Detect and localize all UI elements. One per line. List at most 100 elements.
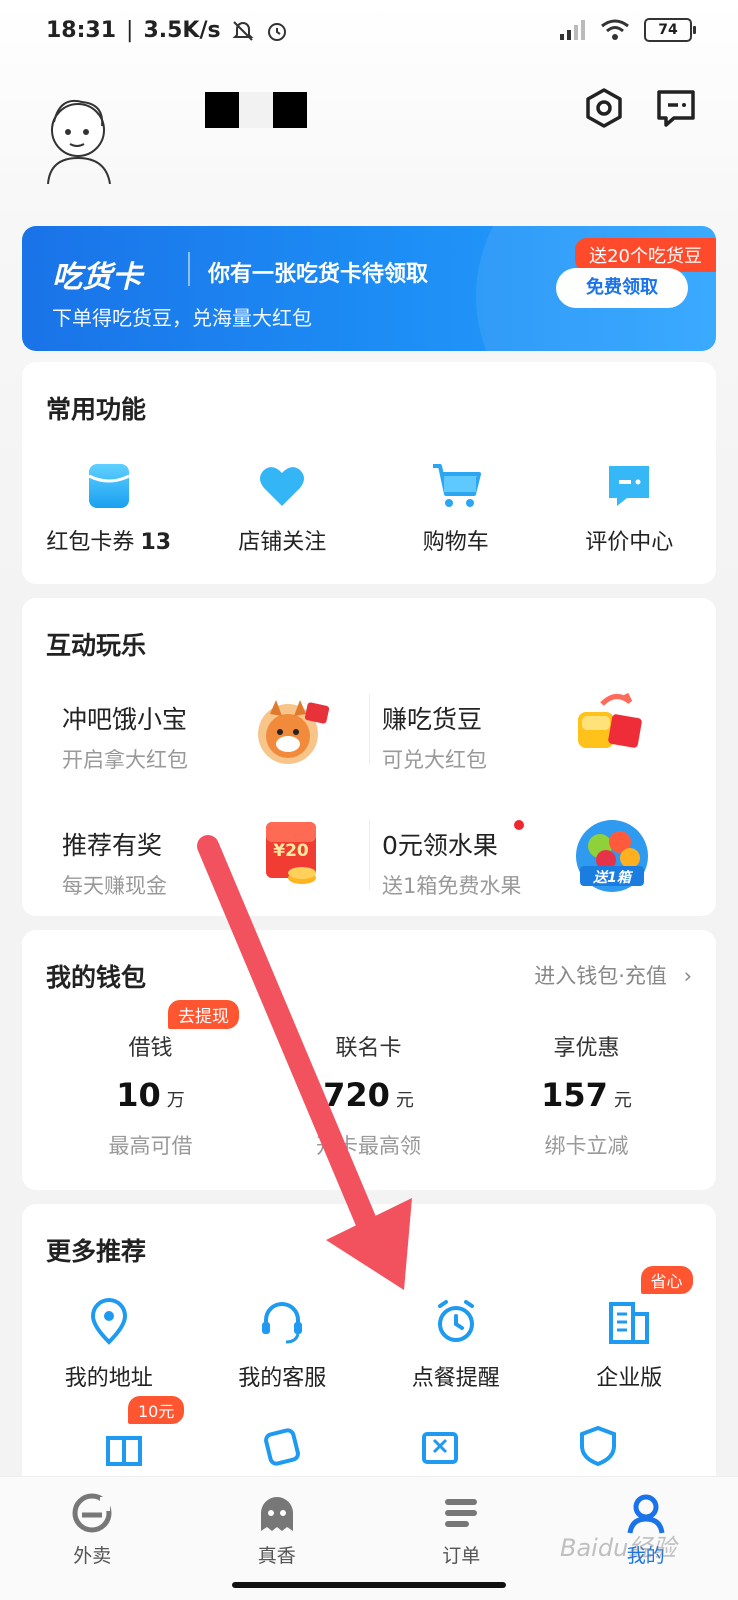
wallet-note: 绑卡立减 [544, 1134, 629, 1158]
withdraw-badge[interactable]: 去提现 [168, 1000, 239, 1029]
shield-icon[interactable] [576, 1422, 620, 1466]
wallet-discount[interactable]: 享优惠 157 元 绑卡立减 [471, 1030, 702, 1160]
more-recommendations-card: 更多推荐 我的地址 我的客服 点餐提醒 省心 企业版 10元 [22, 1204, 716, 1504]
more-title: 更多推荐 [46, 1237, 147, 1266]
avatar[interactable] [40, 92, 116, 184]
wifi-icon [601, 19, 629, 40]
promo-headline: 你有一张吃货卡待领取 [208, 262, 429, 287]
foodie-card-banner[interactable]: 吃货卡 你有一张吃货卡待领取 下单得吃货豆，兑海量大红包 送20个吃货豆 免费领… [22, 226, 716, 351]
wallet-label: 联名卡 [335, 1036, 402, 1061]
wallet-card: 我的钱包 进入钱包·充值 › 去提现 借钱 10 万 最高可借 联名卡 720 元 … [22, 930, 716, 1190]
status-right: 74 [558, 18, 696, 42]
wallet-label: 享优惠 [553, 1036, 620, 1061]
settings-icon[interactable] [582, 86, 626, 130]
interactive-fun-card: 互动玩乐 冲吧饿小宝 开启拿大红包 赚吃货豆 可兑大红包 推荐有奖 每天赚现金 … [22, 598, 716, 916]
wallet-loan[interactable]: 借钱 10 万 最高可借 [35, 1030, 266, 1160]
meal-reminder-label: 点餐提醒 [411, 1366, 500, 1391]
building-icon [609, 1302, 650, 1344]
play-item-earn-beans[interactable]: 赚吃货豆 可兑大红包 [342, 692, 662, 810]
alarm-status-icon [267, 22, 286, 41]
home-indicator[interactable] [232, 1582, 506, 1588]
nav-label: 真香 [257, 1545, 296, 1567]
mute-icon [232, 20, 254, 41]
enterprise-badge: 省心 [640, 1266, 693, 1294]
wallet-value: 157 [541, 1076, 608, 1114]
enterprise-label: 企业版 [596, 1366, 663, 1391]
my-address-entry[interactable]: 我的地址 [22, 1296, 196, 1392]
store-follow-label: 店铺关注 [238, 530, 327, 555]
status-left: 18:31 | 3.5K/s [46, 18, 289, 43]
nav-takeout[interactable]: 外卖 [0, 1477, 185, 1600]
play-subtitle: 每天赚现金 [62, 874, 167, 898]
customer-service-label: 我的客服 [238, 1366, 327, 1391]
username-redacted[interactable] [205, 92, 307, 128]
watermark: Baidu经验 [560, 1534, 677, 1562]
status-separator: | [126, 18, 134, 43]
heart-icon [260, 467, 305, 506]
play-subtitle: 送1箱免费水果 [382, 874, 522, 898]
beans-redpacket-icon [578, 692, 642, 748]
alarm-icon [437, 1300, 474, 1342]
wallet-unit: 万 [166, 1090, 185, 1111]
promo-subtitle: 下单得吃货豆，兑海量大红包 [52, 306, 312, 330]
coupon-entry[interactable]: 红包卡券 13 [22, 460, 196, 556]
headset-icon [262, 1302, 303, 1344]
fruit-box-icon: 送1箱 [576, 820, 648, 892]
message-icon[interactable] [654, 86, 698, 130]
meal-reminder-entry[interactable]: 点餐提醒 [369, 1296, 543, 1392]
cash-amount-text: ¥20 [273, 841, 309, 861]
fruit-box-text: 送1箱 [592, 869, 634, 886]
store-follow-entry[interactable]: 店铺关注 [196, 460, 370, 556]
play-title: 推荐有奖 [62, 831, 163, 860]
wallet-value: 10 [116, 1076, 161, 1114]
chevron-right-icon: › [683, 964, 692, 988]
wallet-unit: 元 [613, 1090, 632, 1111]
ghost-icon [260, 1497, 293, 1531]
play-item-free-fruit[interactable]: 0元领水果 送1箱免费水果 送1箱 [342, 820, 662, 936]
play-title: 赚吃货豆 [382, 705, 483, 734]
wallet-cobrand-card[interactable]: 联名卡 720 元 开卡最高领 [253, 1030, 484, 1160]
gift-badge: 10元 [128, 1396, 185, 1424]
coupon-label: 红包卡券 [46, 530, 135, 555]
wallet-note: 最高可借 [108, 1134, 193, 1158]
play-title: 0元领水果 [382, 831, 498, 860]
status-bar: 18:31 | 3.5K/s 74 [0, 0, 738, 64]
comment-icon [609, 466, 650, 506]
review-center-entry[interactable]: 评价中心 [543, 460, 717, 556]
nav-label: 订单 [442, 1545, 481, 1567]
signal-icon [560, 20, 585, 40]
play-item-referral[interactable]: 推荐有奖 每天赚现金 ¥20 [22, 822, 342, 936]
voucher-icon[interactable] [418, 1424, 462, 1468]
wallet-unit: 元 [395, 1090, 414, 1111]
common-functions-title: 常用功能 [46, 395, 147, 424]
cart-label: 购物车 [422, 530, 489, 555]
coupon-count: 13 [140, 530, 172, 555]
ticket-icon[interactable] [260, 1422, 304, 1466]
new-dot [514, 820, 524, 830]
promo-brand: 吃货卡 [52, 260, 142, 295]
wallet-title: 我的钱包 [46, 963, 147, 992]
more-grid: 我的地址 我的客服 点餐提醒 省心 企业版 [22, 1266, 717, 1392]
battery-indicator: 74 [644, 18, 696, 42]
order-icon [445, 1499, 478, 1527]
play-subtitle: 开启拿大红包 [62, 748, 188, 772]
takeout-icon [72, 1493, 112, 1533]
wallet-link[interactable]: 进入钱包·充值 › [534, 960, 692, 990]
claim-free-button[interactable]: 免费领取 [556, 268, 688, 308]
customer-service-entry[interactable]: 我的客服 [196, 1296, 370, 1392]
enterprise-entry[interactable]: 省心 企业版 [543, 1266, 717, 1392]
common-functions-card: 常用功能 红包卡券 13 店铺关注 购物车 评价中心 [22, 362, 716, 584]
cart-entry[interactable]: 购物车 [369, 460, 543, 556]
shiba-mascot-icon [258, 700, 330, 764]
play-title: 冲吧饿小宝 [62, 705, 188, 734]
status-time: 18:31 [46, 18, 117, 43]
promo-divider [188, 252, 190, 286]
status-speed: 3.5K/s [143, 18, 221, 43]
cash-redpacket-icon: ¥20 [266, 822, 316, 884]
promo-tag: 送20个吃货豆 [575, 238, 716, 272]
gift-icon[interactable] [102, 1426, 146, 1466]
interactive-fun-title: 互动玩乐 [46, 631, 147, 660]
common-functions-grid: 红包卡券 13 店铺关注 购物车 评价中心 [22, 460, 716, 556]
play-item-eleme-bao[interactable]: 冲吧饿小宝 开启拿大红包 [22, 700, 342, 810]
wallet-label: 借钱 [128, 1036, 173, 1061]
